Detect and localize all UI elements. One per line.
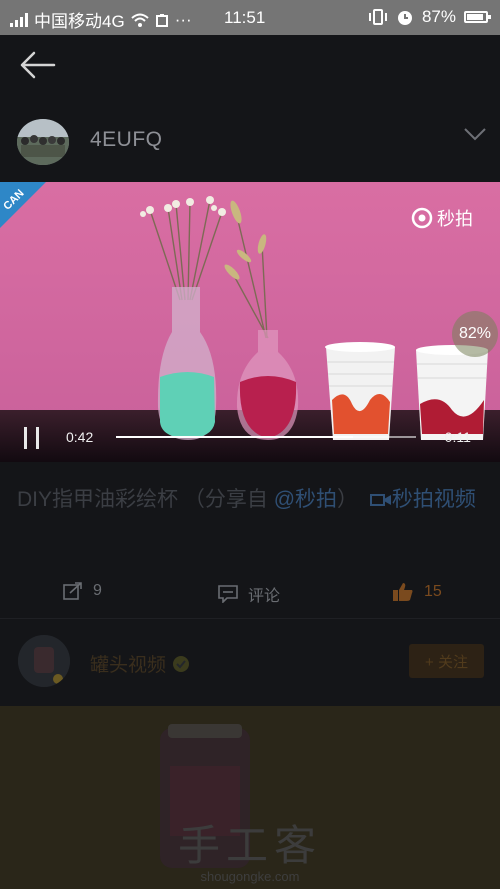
- action-bar: 9 评论 15: [0, 572, 500, 616]
- wifi-icon: [131, 13, 149, 27]
- elapsed-time: 0:42: [66, 429, 94, 445]
- video-link[interactable]: 秒拍视频: [364, 488, 476, 511]
- comment-icon: [218, 585, 238, 603]
- next-post-header: 罐头视频 + 关注: [0, 630, 500, 700]
- seek-bar[interactable]: [116, 436, 416, 438]
- verified-icon: [173, 655, 190, 672]
- battery-icon: [464, 11, 491, 23]
- remaining-time: -0:11: [440, 429, 471, 445]
- video-camera-icon: [369, 494, 391, 507]
- status-right: 87%: [368, 7, 491, 27]
- repost-button[interactable]: 9: [63, 582, 102, 600]
- load-progress-badge: 82%: [452, 311, 498, 357]
- mention-link[interactable]: @秒拍: [274, 488, 337, 511]
- more-icon: ···: [174, 9, 192, 29]
- signal-icon: [10, 12, 28, 27]
- seek-bar-played: [116, 436, 353, 438]
- miaopai-brand: 秒拍: [411, 205, 473, 231]
- post-title: DIY指甲油彩绘杯 （分享自 @秒拍） 秒拍视频: [17, 488, 476, 511]
- author-avatar[interactable]: [17, 119, 69, 165]
- pause-button[interactable]: [22, 427, 42, 449]
- alarm-icon: [397, 11, 412, 25]
- comment-button[interactable]: 评论: [218, 582, 280, 606]
- corner-badge: CAN: [0, 182, 46, 228]
- status-left: 中国移动4G ···: [10, 7, 192, 32]
- divider: [0, 618, 500, 619]
- repost-icon: [63, 582, 82, 600]
- next-author-avatar[interactable]: [18, 635, 70, 687]
- carrier-label: 中国移动4G: [34, 12, 125, 31]
- video-controls: 0:42 -0:11: [0, 420, 500, 456]
- back-button[interactable]: [18, 49, 58, 81]
- arrow-left-icon: [20, 51, 56, 79]
- next-author-name[interactable]: 罐头视频: [90, 650, 190, 677]
- vibrate-icon: [368, 9, 387, 25]
- camera-lens-icon: [411, 207, 433, 229]
- clock: 11:51: [224, 8, 266, 27]
- watermark: 手工客 shougongke.com: [177, 822, 322, 884]
- sim-icon: [155, 13, 168, 27]
- follow-button[interactable]: + 关注: [409, 644, 484, 678]
- battery-percent: 87%: [421, 7, 456, 26]
- thumbs-up-icon: [393, 583, 413, 601]
- top-bar: [0, 35, 500, 95]
- author-name[interactable]: 4EUFQ: [90, 128, 163, 152]
- author-row: 4EUFQ: [0, 106, 500, 176]
- like-button[interactable]: 15: [392, 582, 442, 602]
- chevron-down-icon[interactable]: [462, 124, 488, 144]
- status-bar: 中国移动4G ··· 11:51 87%: [0, 0, 500, 35]
